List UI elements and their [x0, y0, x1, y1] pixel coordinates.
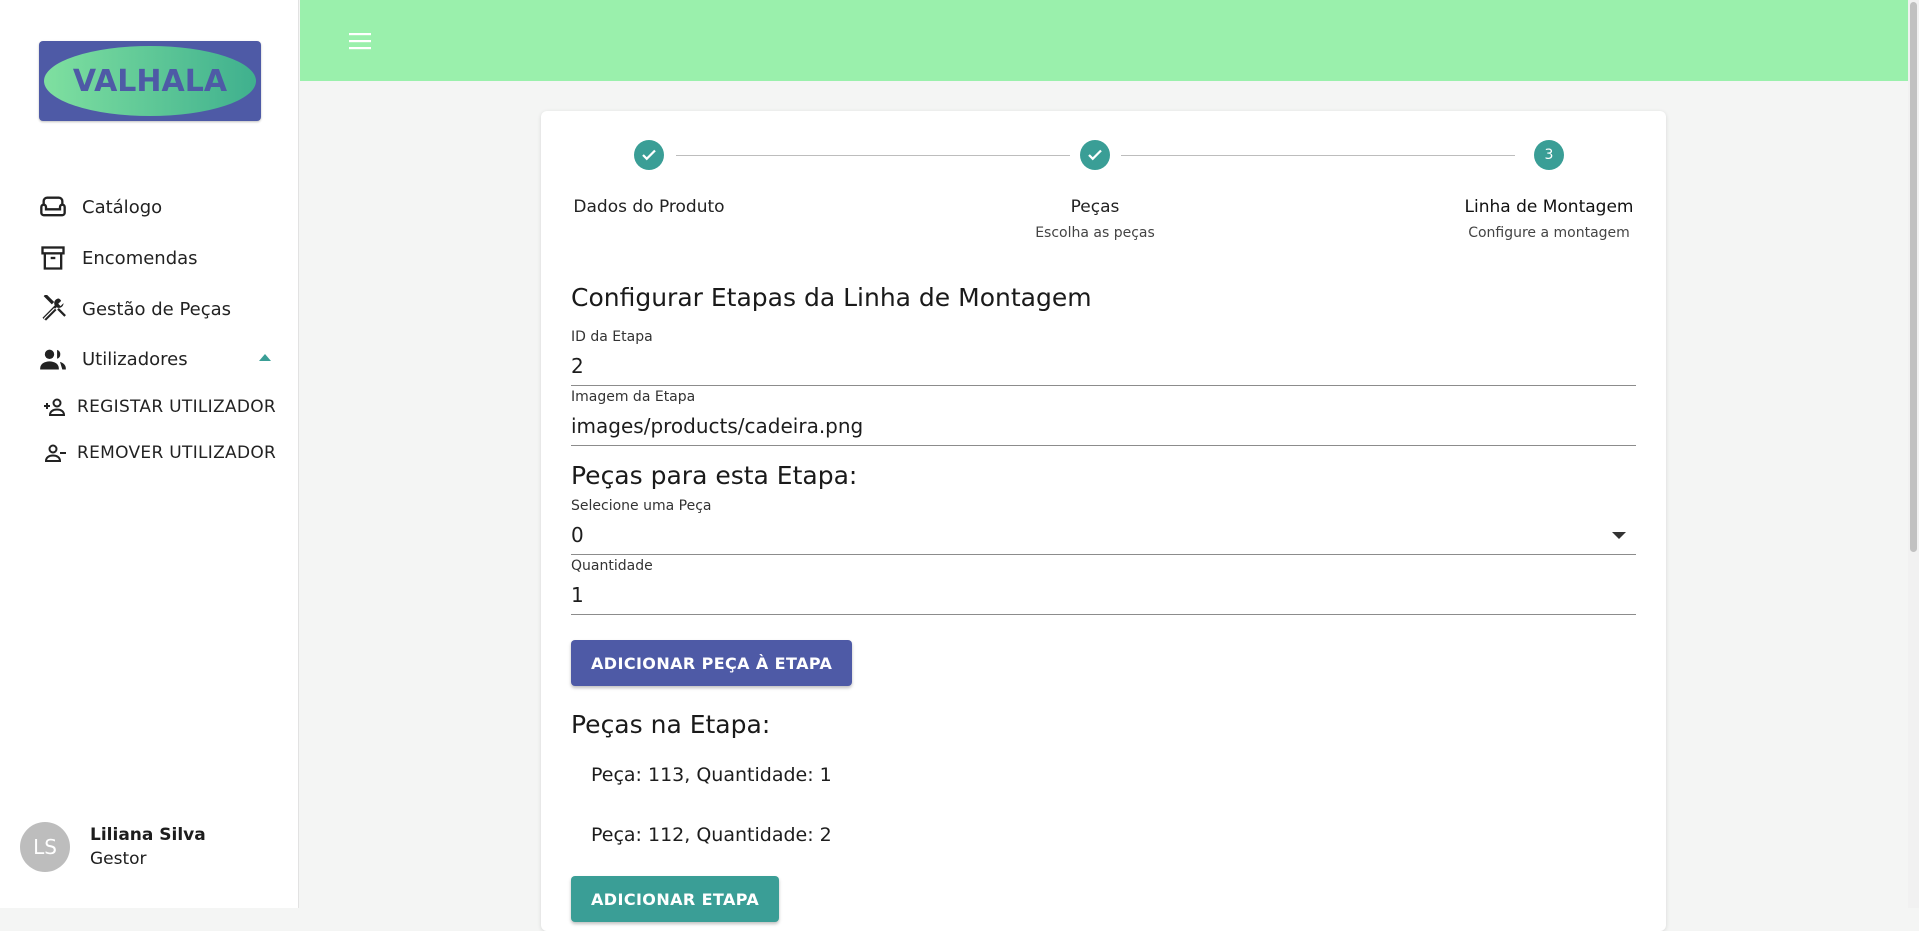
user-role: Gestor [90, 849, 147, 869]
sidebar-item-label: REGISTAR UTILIZADOR [77, 397, 277, 417]
users-icon [39, 345, 67, 373]
list-item: Peça: 112, Quantidade: 2 [591, 824, 832, 846]
sidebar-item-label: Utilizadores [82, 348, 188, 370]
step-2-label: Peças [1070, 197, 1120, 217]
avatar: LS [20, 822, 70, 872]
step-3-subtitle: Configure a montagem [1468, 225, 1630, 241]
tools-icon [39, 295, 67, 323]
add-stage-button[interactable]: ADICIONAR ETAPA [571, 876, 780, 922]
stage-id-label: ID da Etapa [571, 329, 653, 345]
person-remove-icon [43, 441, 67, 465]
person-add-icon [43, 395, 67, 419]
step-1-check-icon[interactable] [634, 140, 664, 170]
stepper-connector [1121, 155, 1515, 156]
stage-image-label: Imagem da Etapa [571, 389, 696, 405]
add-part-to-stage-button[interactable]: ADICIONAR PEÇA À ETAPA [571, 640, 853, 686]
part-select-label: Selecione uma Peça [571, 498, 712, 514]
stage-id-field[interactable]: ID da Etapa 2 [571, 327, 1636, 386]
sidebar-item-encomendas[interactable]: Encomendas [39, 241, 198, 275]
valhala-logo[interactable]: VALHALA [39, 41, 261, 121]
step-1-label: Dados do Produto [573, 197, 725, 217]
sidebar: VALHALA Catálogo Encomendas Gestão de Pe… [0, 0, 299, 908]
step-3-label: Linha de Montagem [1464, 197, 1634, 217]
sidebar-item-utilizadores[interactable]: Utilizadores [39, 342, 188, 376]
step-2-subtitle: Escolha as peças [1035, 225, 1155, 241]
user-profile[interactable]: LS Liliana Silva Gestor [20, 822, 206, 872]
page-scrollbar[interactable] [1908, 0, 1919, 908]
stage-image-field[interactable]: Imagem da Etapa images/products/cadeira.… [571, 387, 1636, 446]
part-select[interactable]: 0 [571, 516, 1636, 554]
quantity-field[interactable]: Quantidade 1 [571, 556, 1636, 615]
part-select-field[interactable]: Selecione uma Peça 0 [571, 496, 1636, 555]
sidebar-item-catalogo[interactable]: Catálogo [39, 190, 162, 224]
quantity-label: Quantidade [571, 558, 653, 574]
archive-box-icon [39, 244, 67, 272]
sidebar-item-gestao-pecas[interactable]: Gestão de Peças [39, 292, 231, 326]
stage-id-input[interactable]: 2 [571, 347, 1636, 385]
sidebar-item-label: Gestão de Peças [82, 298, 232, 320]
logo-text: VALHALA [73, 64, 228, 99]
scrollbar-thumb[interactable] [1910, 2, 1917, 552]
list-item: Peça: 113, Quantidade: 1 [591, 764, 832, 786]
form-title: Configurar Etapas da Linha de Montagem [571, 283, 1092, 312]
hamburger-menu-icon[interactable] [348, 29, 372, 53]
parts-in-stage-heading: Peças na Etapa: [571, 710, 771, 739]
quantity-input[interactable]: 1 [571, 576, 1636, 614]
part-select-value: 0 [571, 523, 584, 547]
sidebar-subitem-remover-utilizador[interactable]: REMOVER UTILIZADOR [43, 436, 276, 470]
stepper-connector [676, 155, 1070, 156]
top-app-bar [300, 0, 1908, 81]
sidebar-item-label: REMOVER UTILIZADOR [77, 443, 277, 463]
sidebar-item-label: Encomendas [82, 247, 198, 269]
step-3-number[interactable]: 3 [1534, 140, 1564, 170]
step-2-check-icon[interactable] [1080, 140, 1110, 170]
user-name: Liliana Silva [90, 825, 206, 845]
dropdown-arrow-icon[interactable] [1612, 532, 1626, 539]
chevron-up-icon[interactable] [259, 354, 271, 361]
sofa-icon [39, 193, 67, 221]
sidebar-item-label: Catálogo [82, 196, 163, 218]
parts-heading: Peças para esta Etapa: [571, 461, 858, 490]
sidebar-subitem-registar-utilizador[interactable]: REGISTAR UTILIZADOR [43, 390, 276, 424]
stage-image-input[interactable]: images/products/cadeira.png [571, 407, 1636, 445]
